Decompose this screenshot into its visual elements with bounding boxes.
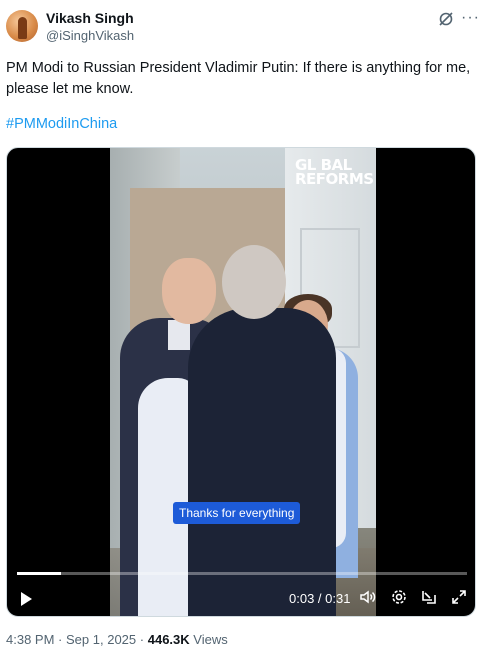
tweet: Vikash Singh @iSinghVikash ··· PM Modi t… (0, 0, 483, 656)
more-options-icon[interactable]: ··· (461, 9, 480, 27)
post-meta: 4:38 PM · Sep 1, 2025 · 446.3K Views (6, 632, 228, 647)
volume-icon[interactable] (359, 588, 377, 606)
watermark-logo: GL BAL REFORMS (295, 158, 374, 188)
progress-fill (17, 572, 61, 575)
avatar[interactable] (6, 10, 38, 42)
grok-icon[interactable] (437, 10, 455, 28)
hashtag-link[interactable]: #PMModiInChina (6, 116, 117, 132)
picture-in-picture-icon[interactable] (420, 588, 438, 606)
author-handle[interactable]: @iSinghVikash (46, 28, 134, 43)
gear-icon[interactable] (390, 588, 408, 606)
video-caption: Thanks for everything (173, 502, 301, 524)
post-time[interactable]: 4:38 PM (6, 632, 54, 647)
video-frame (110, 148, 376, 616)
fullscreen-icon[interactable] (450, 588, 468, 606)
progress-bar[interactable] (17, 572, 467, 575)
post-text: PM Modi to Russian President Vladimir Pu… (6, 60, 471, 97)
time-display: 0:03 / 0:31 (289, 591, 351, 606)
video-player[interactable]: GL BAL REFORMS Thanks for everything 0:0… (6, 147, 476, 617)
post-date[interactable]: Sep 1, 2025 (66, 632, 136, 647)
views-count[interactable]: 446.3K (148, 632, 190, 647)
author-name[interactable]: Vikash Singh (46, 10, 134, 26)
views-label: Views (193, 632, 228, 647)
meta-separator-2: · (139, 632, 145, 647)
watermark-line-2: REFORMS (295, 170, 374, 188)
meta-separator: · (58, 632, 63, 647)
play-icon[interactable] (21, 592, 32, 606)
